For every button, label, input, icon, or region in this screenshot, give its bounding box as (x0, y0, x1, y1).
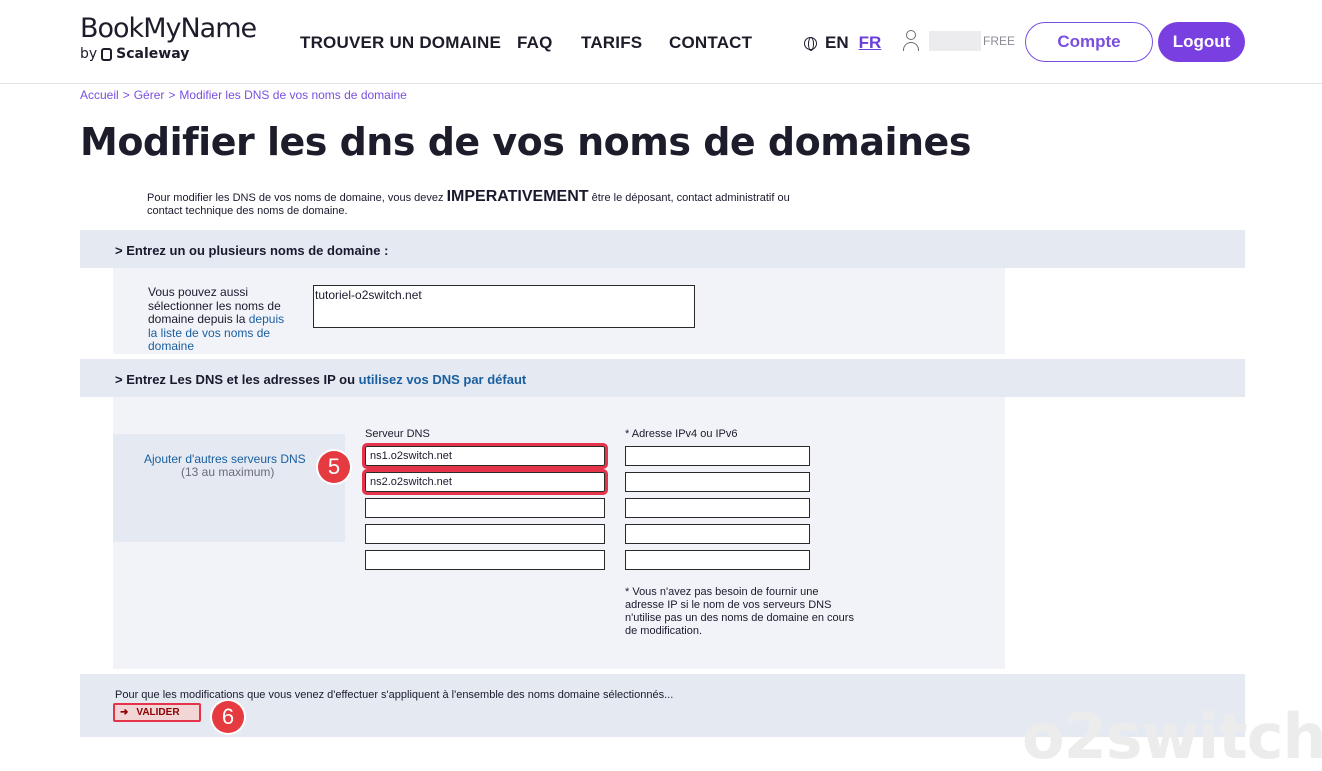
scaleway-icon (101, 47, 113, 61)
ip-address-input-5[interactable] (625, 550, 810, 570)
add-dns-servers-link[interactable]: Ajouter d'autres serveurs DNS (144, 452, 306, 466)
nav-trouver-un-domaine[interactable]: TROUVER UN DOMAINE (300, 33, 501, 53)
intro-part1: Pour modifier les DNS de vos noms de dom… (147, 192, 444, 204)
ip-note: * Vous n'avez pas besoin de fournir une … (625, 586, 854, 637)
breadcrumb-separator: > (168, 88, 176, 102)
col-ip-label: * Adresse IPv4 ou IPv6 (625, 428, 738, 440)
section-dns-title: > Entrez Les DNS et les adresses IP ou u… (115, 372, 526, 387)
breadcrumb-current[interactable]: Modifier les DNS de vos noms de domaine (179, 88, 406, 102)
nav-contact[interactable]: CONTACT (669, 33, 752, 53)
dns-server-input-5[interactable] (365, 550, 605, 570)
dns-server-input-3[interactable] (365, 498, 605, 518)
valider-label: VALIDER (136, 707, 180, 718)
logout-button[interactable]: Logout (1158, 22, 1245, 62)
valider-button[interactable]: ➜ VALIDER (113, 703, 201, 722)
default-dns-link[interactable]: utilisez vos DNS par défaut (359, 372, 527, 387)
section-dns-title-prefix: > Entrez Les DNS et les adresses IP ou (115, 372, 356, 387)
ip-address-input-4[interactable] (625, 524, 810, 544)
add-dns-max: (13 au maximum) (181, 465, 275, 479)
ip-address-input-2[interactable] (625, 472, 810, 492)
bookmyname-logo[interactable]: BookMyName by Scaleway (80, 13, 257, 63)
lang-fr[interactable]: FR (859, 33, 882, 53)
site-header: BookMyName by Scaleway TROUVER UN DOMAIN… (0, 0, 1322, 84)
breadcrumb: Accueil > Gérer > Modifier les DNS de vo… (80, 88, 407, 102)
nav-faq[interactable]: FAQ (517, 33, 553, 53)
logo-byline: by Scaleway (80, 46, 256, 62)
step-badge-5: 5 (318, 451, 350, 483)
section-domains-title: > Entrez un ou plusieurs noms de domaine… (115, 243, 389, 258)
user-icon (902, 30, 920, 52)
add-dns-box (113, 434, 345, 542)
o2switch-watermark: o2switch (1022, 700, 1322, 771)
breadcrumb-gerer[interactable]: Gérer (134, 88, 165, 102)
step-badge-6: 6 (212, 701, 244, 733)
logo-brand: Scaleway (116, 46, 190, 62)
intro-strong: IMPERATIVEMENT (446, 188, 589, 205)
user-info[interactable]: FREE (902, 30, 1015, 52)
compte-button[interactable]: Compte (1025, 22, 1153, 62)
breadcrumb-accueil[interactable]: Accueil (80, 88, 119, 102)
arrow-right-icon: ➜ (120, 707, 129, 718)
col-dns-label: Serveur DNS (365, 428, 430, 440)
logo-by: by (80, 46, 98, 62)
language-switcher: EN FR (804, 33, 881, 53)
domains-help-text: Vous pouvez aussi sélectionner les noms … (148, 285, 288, 354)
dns-server-input-4[interactable] (365, 524, 605, 544)
lang-en[interactable]: EN (825, 33, 849, 53)
intro-text: Pour modifier les DNS de vos noms de dom… (147, 188, 827, 218)
page-title: Modifier les dns de vos noms de domaines (80, 120, 971, 164)
dns-server-input-2[interactable] (362, 469, 608, 495)
domains-textarea[interactable]: tutoriel-o2switch.net (313, 285, 695, 328)
user-plan: FREE (983, 34, 1016, 48)
dns-server-input-1[interactable] (362, 443, 608, 469)
logo-text: BookMyName (80, 13, 257, 44)
ip-address-input-3[interactable] (625, 498, 810, 518)
breadcrumb-separator: > (122, 88, 130, 102)
ip-address-input-1[interactable] (625, 446, 810, 466)
submit-help-text: Pour que les modifications que vous vene… (115, 689, 674, 701)
globe-icon (804, 36, 817, 51)
nav-tarifs[interactable]: TARIFS (581, 33, 642, 53)
user-name-redacted (929, 31, 981, 51)
